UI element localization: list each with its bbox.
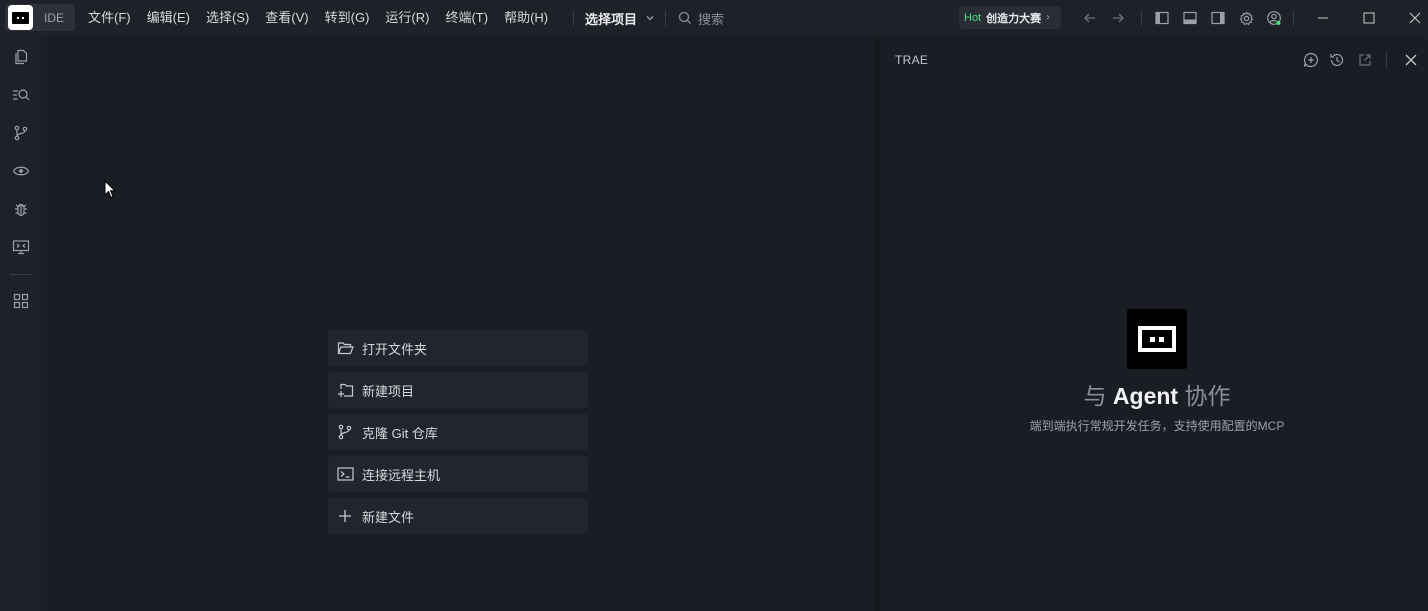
agent-heading-suffix: 协作 (1184, 383, 1231, 409)
hot-tag: Hot (964, 11, 982, 24)
project-select[interactable]: 选择项目 (585, 0, 655, 36)
divider (10, 274, 31, 275)
new-project-icon (336, 381, 354, 399)
minimize-icon[interactable] (1313, 8, 1333, 28)
divider (1141, 10, 1142, 26)
menu-run[interactable]: 运行(R) (377, 0, 437, 36)
agent-heading-name: Agent (1112, 383, 1179, 409)
activity-bar (0, 36, 41, 611)
connect-remote-host-button[interactable]: 连接远程主机 (328, 456, 588, 492)
menu-help[interactable]: 帮助(H) (496, 0, 556, 36)
open-in-window-icon[interactable] (1356, 51, 1374, 69)
new-project-label: 新建项目 (362, 383, 415, 399)
welcome-actions: 打开文件夹 新建项目 克隆 Git 仓库 连接远程主机 新建文件 (328, 330, 588, 540)
title-bar: IDE 文件(F) 编辑(E) 选择(S) 查看(V) 转到(G) 运行(R) … (0, 0, 1428, 36)
terminal-icon (336, 465, 354, 483)
chevron-down-icon (645, 13, 655, 23)
open-folder-label: 打开文件夹 (362, 341, 428, 357)
divider (1386, 52, 1387, 68)
account-icon[interactable] (1264, 8, 1284, 28)
preview-icon[interactable] (10, 160, 32, 182)
agent-panel: TRAE 与 Agent 协作 端到端执行常规开发任务，支持使用配置的MCP (879, 37, 1428, 611)
toggle-primary-sidebar-icon[interactable] (1152, 8, 1172, 28)
close-icon[interactable] (1402, 51, 1420, 69)
search-icon (678, 11, 692, 25)
search-icon[interactable] (10, 84, 32, 106)
search-box[interactable]: 搜索 (678, 0, 724, 36)
divider (1293, 10, 1294, 26)
menu-go[interactable]: 转到(G) (317, 0, 378, 36)
ide-label: IDE (44, 10, 65, 25)
divider (573, 10, 574, 26)
back-arrow-icon[interactable] (1080, 8, 1100, 28)
chevron-right-icon: › (1046, 12, 1051, 23)
toggle-secondary-sidebar-icon[interactable] (1208, 8, 1228, 28)
project-select-label: 选择项目 (585, 11, 638, 27)
hot-event-text: 创造力大赛 (986, 12, 1042, 25)
trae-logo-icon (8, 5, 33, 30)
menu-edit[interactable]: 编辑(E) (139, 0, 198, 36)
agent-subtitle: 端到端执行常规开发任务，支持使用配置的MCP (1029, 419, 1285, 433)
menu-file[interactable]: 文件(F) (80, 0, 139, 36)
new-chat-icon[interactable] (1302, 51, 1320, 69)
panel-title: TRAE (895, 53, 929, 67)
debug-icon[interactable] (10, 198, 32, 220)
hot-event-badge[interactable]: Hot 创造力大赛 › (959, 6, 1061, 29)
close-window-icon[interactable] (1405, 8, 1425, 28)
git-branch-icon (336, 423, 354, 441)
editor-area: 打开文件夹 新建项目 克隆 Git 仓库 连接远程主机 新建文件 (41, 37, 875, 611)
toggle-panel-icon[interactable] (1180, 8, 1200, 28)
files-icon[interactable] (10, 46, 32, 68)
menu-selection[interactable]: 选择(S) (198, 0, 257, 36)
new-file-button[interactable]: 新建文件 (328, 498, 588, 534)
agent-heading-prefix: 与 (1083, 383, 1107, 409)
new-project-button[interactable]: 新建项目 (328, 372, 588, 408)
app-switcher[interactable]: IDE (5, 4, 75, 31)
source-control-icon[interactable] (10, 122, 32, 144)
connect-remote-host-label: 连接远程主机 (362, 467, 441, 483)
plus-icon (336, 507, 354, 525)
menu-terminal[interactable]: 终端(T) (437, 0, 496, 36)
menu-view[interactable]: 查看(V) (257, 0, 316, 36)
folder-open-icon (336, 339, 354, 357)
gear-icon[interactable] (1236, 8, 1256, 28)
agent-heading: 与 Agent 协作 (879, 377, 1428, 411)
history-icon[interactable] (1328, 51, 1346, 69)
remote-explorer-icon[interactable] (10, 236, 32, 258)
open-folder-button[interactable]: 打开文件夹 (328, 330, 588, 366)
maximize-icon[interactable] (1359, 8, 1379, 28)
extensions-icon[interactable] (10, 290, 32, 312)
trae-logo-icon (1127, 309, 1187, 369)
search-placeholder: 搜索 (698, 12, 725, 28)
clone-git-repo-button[interactable]: 克隆 Git 仓库 (328, 414, 588, 450)
mouse-cursor-icon (104, 180, 116, 200)
clone-git-repo-label: 克隆 Git 仓库 (362, 425, 438, 441)
divider (665, 10, 666, 26)
new-file-label: 新建文件 (362, 509, 415, 525)
forward-arrow-icon[interactable] (1108, 8, 1128, 28)
menu-bar: 文件(F) 编辑(E) 选择(S) 查看(V) 转到(G) 运行(R) 终端(T… (80, 0, 556, 36)
